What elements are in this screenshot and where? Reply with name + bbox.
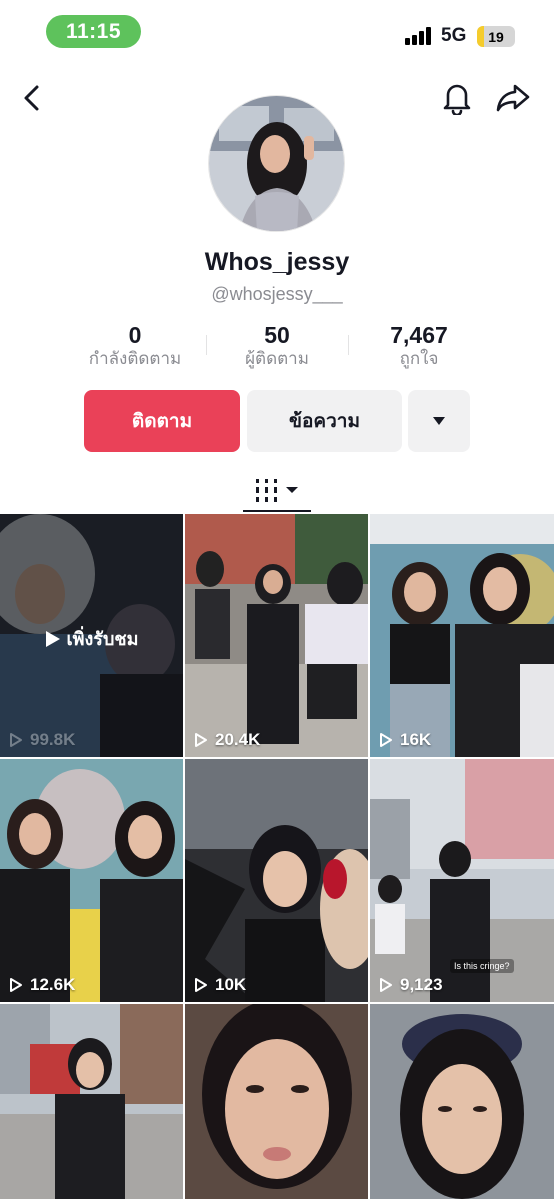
recently-watched-text: เพิ่งรับชม — [66, 629, 139, 649]
battery-level: 19 — [488, 28, 504, 45]
followers-count: 50 — [264, 322, 290, 348]
video-thumbnail[interactable]: 12.6K — [0, 759, 183, 1002]
video-thumbnail[interactable] — [0, 1004, 183, 1199]
following-label: กำลังติดตาม — [88, 349, 182, 368]
username-handle: @whosjessy___ — [211, 284, 343, 304]
bell-icon — [443, 84, 471, 115]
status-bar: 11:15 5G 19 — [0, 0, 554, 62]
view-count: 10K — [194, 975, 246, 995]
likes-count: 7,467 — [390, 322, 448, 348]
more-options-button[interactable] — [408, 390, 470, 452]
videos-grid-icon — [256, 479, 298, 502]
display-name: Whos_jessy — [204, 248, 350, 276]
video-thumbnail[interactable] — [185, 1004, 368, 1199]
video-thumbnail[interactable]: 10K — [185, 759, 368, 1002]
video-cover — [370, 1004, 554, 1199]
view-count-text: 16K — [400, 730, 432, 749]
view-count: 99.8K — [9, 730, 75, 750]
chevron-left-icon — [24, 85, 39, 111]
battery-icon: 19 — [477, 26, 515, 47]
play-outline-icon — [10, 978, 22, 992]
video-cover — [185, 514, 368, 757]
notification-button[interactable] — [439, 80, 475, 116]
play-outline-icon — [195, 978, 207, 992]
video-thumbnail[interactable]: Is this cringe? 9,123 — [370, 759, 554, 1002]
play-outline-icon — [380, 978, 392, 992]
view-count: 20.4K — [194, 730, 260, 750]
stat-likes[interactable]: 7,467 ถูกใจ — [344, 322, 494, 369]
play-outline-icon — [10, 733, 22, 747]
view-count-text: 12.6K — [30, 975, 76, 994]
signal-icon — [405, 27, 433, 45]
play-outline-icon — [380, 733, 392, 747]
follow-button[interactable]: ติดตาม — [84, 390, 240, 452]
video-cover — [185, 759, 368, 1002]
avatar-image — [209, 96, 344, 231]
message-button[interactable]: ข้อความ — [247, 390, 402, 452]
profile-stats: 0 กำลังติดตาม 50 ผู้ติดตาม 7,467 ถูกใจ — [0, 322, 554, 374]
video-cover — [0, 1004, 183, 1199]
caret-down-icon — [433, 417, 445, 425]
back-button[interactable] — [14, 80, 50, 116]
view-count: 12.6K — [9, 975, 75, 995]
video-thumbnail[interactable]: เพิ่งรับชม 99.8K — [0, 514, 183, 757]
stat-following[interactable]: 0 กำลังติดตาม — [60, 322, 210, 369]
play-icon — [45, 630, 60, 647]
view-count-text: 20.4K — [215, 730, 261, 749]
video-cover — [0, 759, 183, 1002]
video-thumbnail[interactable]: 16K — [370, 514, 554, 757]
followers-label: ผู้ติดตาม — [245, 349, 309, 368]
view-count-text: 10K — [215, 975, 247, 994]
view-count: 16K — [379, 730, 431, 750]
stat-divider — [348, 335, 349, 355]
view-count: 9,123 — [379, 975, 443, 995]
stat-divider — [206, 335, 207, 355]
video-cover — [370, 514, 554, 757]
video-caption: Is this cringe? — [450, 959, 514, 973]
tab-videos[interactable] — [243, 468, 311, 512]
view-count-text: 9,123 — [400, 975, 443, 994]
share-arrow-icon — [496, 84, 530, 112]
network-type: 5G — [441, 25, 467, 46]
following-count: 0 — [128, 322, 142, 348]
video-thumbnail[interactable] — [370, 1004, 554, 1199]
video-cover — [185, 1004, 368, 1199]
likes-label: ถูกใจ — [399, 349, 439, 368]
share-button[interactable] — [495, 80, 531, 116]
play-outline-icon — [195, 733, 207, 747]
view-count-text: 99.8K — [30, 730, 76, 749]
tab-active-indicator — [243, 510, 311, 512]
profile-avatar[interactable] — [208, 95, 345, 232]
video-thumbnail[interactable]: 20.4K — [185, 514, 368, 757]
status-time: 11:15 — [46, 15, 141, 48]
recently-watched-label: เพิ่งรับชม — [0, 624, 183, 653]
video-grid: เพิ่งรับชม 99.8K 20.4K 16K 12.6K 10K Is … — [0, 514, 554, 1199]
stat-followers[interactable]: 50 ผู้ติดตาม — [202, 322, 352, 369]
